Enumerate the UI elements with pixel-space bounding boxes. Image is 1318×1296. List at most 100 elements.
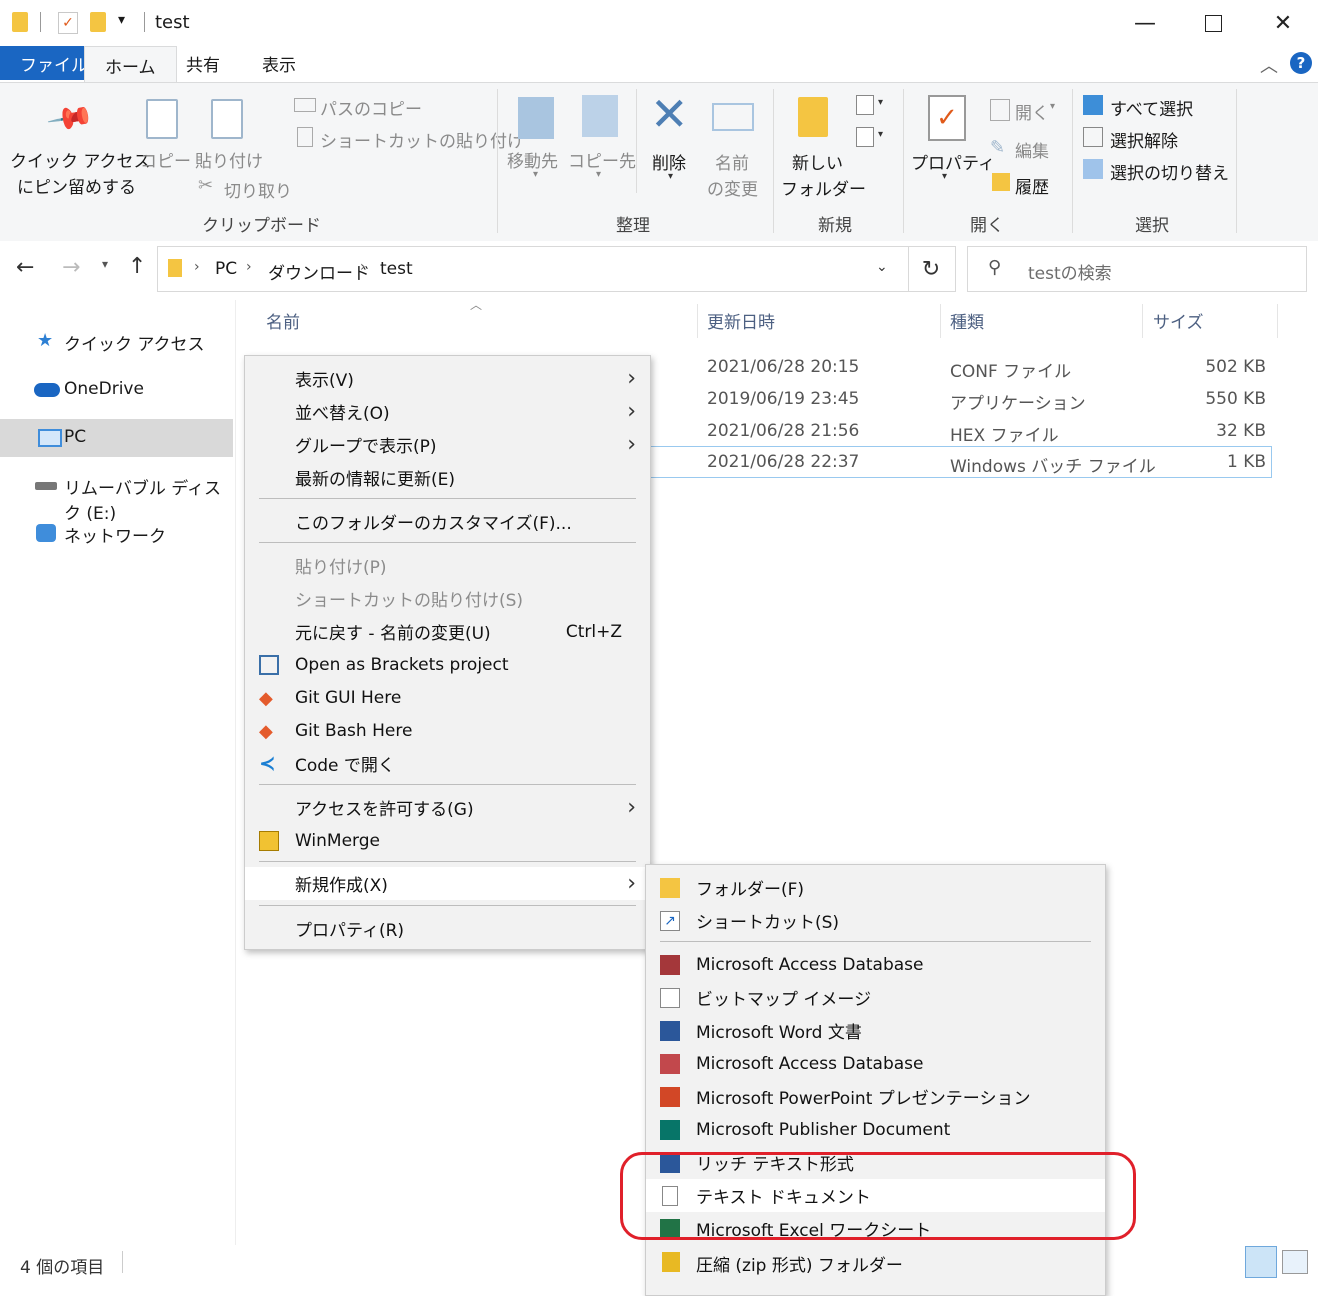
menu-item-paste-shortcut[interactable]: ショートカットの貼り付け(S) [245,582,650,615]
rename-label-2[interactable]: の変更 [707,175,758,200]
properties-button[interactable]: プロパティ [911,149,995,174]
nav-item-network[interactable]: ネットワーク [0,514,233,552]
new-item-icon[interactable] [856,95,874,115]
search-placeholder[interactable]: testの検索 [1028,259,1112,284]
rename-label-1[interactable]: 名前 [715,149,749,174]
customize-qat-icon[interactable]: ▾ [118,12,125,28]
publisher-icon [660,1120,680,1140]
chevron-down-icon[interactable]: ⌄ [876,259,888,275]
submenu-item-folder[interactable]: フォルダー(F) [646,871,1105,904]
details-view-icon[interactable] [1245,1246,1277,1278]
divider [636,89,637,193]
edit-button[interactable]: 編集 [1015,137,1049,162]
copy-path-button[interactable]: パスのコピー [320,95,422,120]
menu-label: WinMerge [295,830,380,851]
submenu-item-access-database[interactable]: Microsoft Access Database [646,948,1105,981]
paste-shortcut-button[interactable]: ショートカットの貼り付け [320,127,524,152]
column-header-type[interactable]: 種類 [950,308,984,333]
nav-item-onedrive[interactable]: OneDrive [0,371,233,409]
search-box[interactable]: ⚲ testの検索 [967,246,1307,292]
column-divider[interactable] [1142,304,1143,338]
tab-home[interactable]: ホーム [84,46,177,83]
submenu-item-bitmap[interactable]: ビットマップ イメージ [646,981,1105,1014]
submenu-item-powerpoint[interactable]: Microsoft PowerPoint プレゼンテーション [646,1080,1105,1113]
collapse-ribbon-icon[interactable]: ︿ [1260,52,1278,78]
menu-item-git-bash[interactable]: ◆ Git Bash Here [245,714,650,747]
pin-quick-access-label-2[interactable]: にピン留めする [17,173,136,198]
back-arrow-icon[interactable]: ← [16,255,34,280]
word-icon [660,1021,680,1041]
minimize-button[interactable]: — [1120,6,1170,40]
open-button[interactable]: 開く [1015,99,1049,124]
maximize-button[interactable] [1188,6,1238,40]
copy-button[interactable]: コピー [140,147,191,172]
menu-label: 並べ替え(O) [295,404,390,424]
menu-item-brackets[interactable]: Open as Brackets project [245,648,650,681]
nav-item-pc[interactable]: PC [0,419,233,457]
submenu-item-zip[interactable]: 圧縮 (zip 形式) フォルダー [646,1244,1104,1281]
close-button[interactable]: ✕ [1258,6,1308,40]
column-header-name[interactable]: 名前 [266,308,300,333]
paste-icon [211,99,243,139]
refresh-button[interactable]: ↻ [907,246,956,292]
column-divider[interactable] [940,304,941,338]
column-header-size[interactable]: サイズ [1153,308,1204,333]
copy-to-button[interactable]: コピー先 [568,147,636,172]
select-none-button[interactable]: 選択解除 [1110,127,1178,152]
menu-item-undo[interactable]: 元に戻す - 名前の変更(U) Ctrl+Z [245,615,650,648]
large-icons-view-icon[interactable] [1282,1250,1308,1274]
menu-label: プロパティ(R) [295,921,405,941]
menu-item-properties[interactable]: プロパティ(R) [245,912,650,945]
column-divider[interactable] [697,304,698,338]
tab-share[interactable]: 共有 [166,44,240,82]
menu-item-customize[interactable]: このフォルダーのカスタマイズ(F)... [245,505,650,538]
new-folder-label-2[interactable]: フォルダー [781,175,866,200]
menu-item-paste[interactable]: 貼り付け(P) [245,549,650,582]
chevron-right-icon: › [627,399,636,424]
history-button[interactable]: 履歴 [1015,173,1049,198]
easy-access-icon[interactable] [856,127,874,147]
nav-item-quick-access[interactable]: ★ クイック アクセス [0,322,233,360]
column-divider[interactable] [1277,304,1278,338]
breadcrumb-downloads[interactable]: ダウンロード [268,259,370,284]
search-icon: ⚲ [988,257,1002,278]
menu-item-new[interactable]: 新規作成(X) › [245,867,650,900]
menu-item-group-by[interactable]: グループで表示(P) › [245,428,650,461]
menu-label: アクセスを許可する(G) [295,800,474,820]
help-icon[interactable]: ? [1290,52,1312,74]
forward-arrow-icon[interactable]: → [62,255,80,280]
properties-icon: ✓ [928,95,966,141]
select-all-button[interactable]: すべて選択 [1110,95,1193,120]
submenu-item-access-database-2[interactable]: Microsoft Access Database [646,1047,1105,1080]
window-title: test [155,12,190,33]
cut-button[interactable]: 切り取り [224,177,292,202]
pin-quick-access-label[interactable]: クイック アクセス [10,147,151,172]
properties-quick-icon[interactable]: ✓ [58,12,78,34]
new-folder-label-1[interactable]: 新しい [792,149,843,174]
computer-icon [38,429,62,447]
column-header-modified[interactable]: 更新日時 [707,308,775,333]
menu-item-git-gui[interactable]: ◆ Git GUI Here [245,681,650,714]
breadcrumb-test[interactable]: test [380,259,413,279]
menu-separator [259,861,636,862]
recent-locations-icon[interactable]: ▾ [102,257,108,271]
nav-item-removable-disk[interactable]: リムーバブル ディスク (E:) [0,466,233,524]
breadcrumb-pc[interactable]: PC [215,259,237,279]
paste-button[interactable]: 貼り付け [195,147,263,172]
menu-item-refresh[interactable]: 最新の情報に更新(E) [245,461,650,494]
submenu-item-publisher[interactable]: Microsoft Publisher Document [646,1113,1105,1146]
menu-item-view[interactable]: 表示(V) › [245,362,650,395]
menu-item-winmerge[interactable]: WinMerge [245,824,650,857]
address-bar[interactable]: › PC › ダウンロード › test ⌄ [157,246,909,292]
up-arrow-icon[interactable]: ↑ [128,254,146,279]
submenu-item-word[interactable]: Microsoft Word 文書 [646,1014,1105,1047]
invert-selection-button[interactable]: 選択の切り替え [1110,159,1229,184]
copy-icon [146,99,178,139]
context-menu: 表示(V) › 並べ替え(O) › グループで表示(P) › 最新の情報に更新(E) … [244,355,651,950]
menu-item-code[interactable]: ≺ Code で開く [245,747,650,780]
new-folder-quick-icon[interactable] [90,12,106,32]
menu-item-sort[interactable]: 並べ替え(O) › [245,395,650,428]
submenu-item-shortcut[interactable]: ↗ ショートカット(S) [646,904,1105,937]
tab-view[interactable]: 表示 [242,44,316,82]
menu-item-give-access[interactable]: アクセスを許可する(G) › [245,791,650,824]
